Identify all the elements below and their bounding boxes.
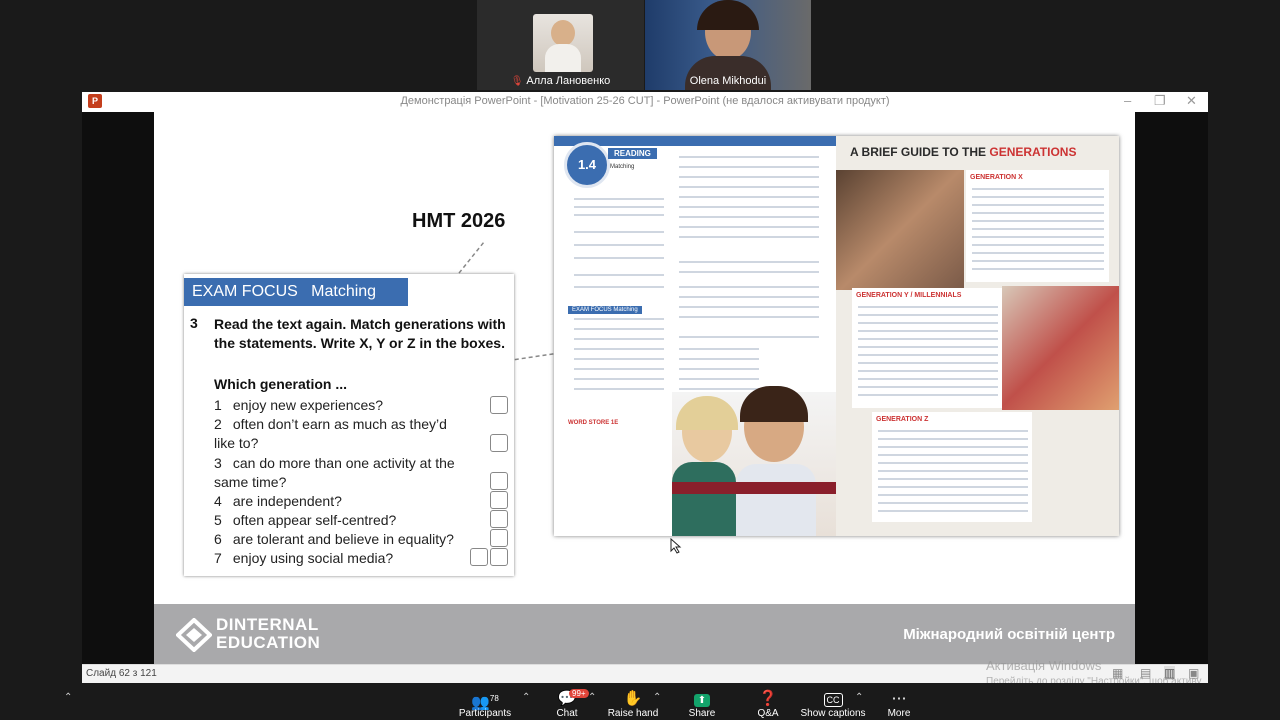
list-item: 2 often don’t earn as much as they’d lik… xyxy=(214,416,447,451)
answer-box[interactable] xyxy=(490,491,508,509)
ppt-titlebar: P Демонстрація PowerPoint - [Motivation … xyxy=(82,92,1208,113)
exam-focus-mini: EXAM FOCUS Matching xyxy=(568,306,642,314)
answer-box[interactable] xyxy=(490,472,508,490)
list-item: 4 are independent? xyxy=(214,493,342,509)
mouse-cursor-icon xyxy=(670,538,682,554)
window-title: Демонстрація PowerPoint - [Motivation 25… xyxy=(400,95,890,107)
chat-menu-chevron[interactable]: ⌃ xyxy=(588,692,596,703)
share-button[interactable]: ⬆ Share xyxy=(667,690,737,719)
raise-hand-chevron[interactable]: ⌃ xyxy=(653,692,661,703)
participant-tile-2[interactable]: Olena Mikhodui xyxy=(645,0,811,90)
word-store-label: WORD STORE 1E xyxy=(568,420,619,426)
answer-box[interactable] xyxy=(490,510,508,528)
captions-chevron[interactable]: ⌃ xyxy=(855,692,863,703)
participants-button[interactable]: 👥78 Participants xyxy=(450,690,520,719)
guide-title: A BRIEF GUIDE TO THE GENERATIONS xyxy=(850,145,1077,159)
close-icon[interactable]: ✕ xyxy=(1186,93,1197,109)
chat-badge: 99+ xyxy=(569,689,589,698)
exam-focus-card: EXAM FOCUS Matching 3 Read the text agai… xyxy=(184,274,514,576)
share-icon: ⬆ xyxy=(667,690,737,708)
list-item: 5 often appear self-centred? xyxy=(214,512,397,528)
answer-box[interactable] xyxy=(490,434,508,452)
slide-footer: DINTERNAL EDUCATION Міжнародний освітній… xyxy=(154,604,1135,664)
gen-y-photo xyxy=(1002,286,1119,410)
section-label: READING xyxy=(608,148,657,159)
avatar xyxy=(533,14,593,72)
gen-z-heading: GENERATION Z xyxy=(876,416,929,423)
exam-focus-header: EXAM FOCUS Matching xyxy=(184,278,408,306)
subheading: Which generation ... xyxy=(214,376,348,392)
more-icon: ⋯ xyxy=(891,690,907,707)
list-item: 1 enjoy new experiences? xyxy=(214,397,384,413)
participants-menu-chevron[interactable]: ⌃ xyxy=(522,692,530,703)
dinternal-logo-icon xyxy=(176,618,212,652)
maximize-icon[interactable]: ❐ xyxy=(1154,93,1166,109)
participant-name: Алла Лановенко xyxy=(526,75,611,87)
lesson-badge: 1.4 xyxy=(564,142,610,188)
qa-button[interactable]: ❓ Q&A xyxy=(733,690,803,719)
footer-tagline: Міжнародний освітній центр xyxy=(903,626,1115,643)
answer-box[interactable] xyxy=(490,548,508,566)
gen-y-heading: GENERATION Y / MILLENNIALS xyxy=(856,292,962,299)
answer-box[interactable] xyxy=(490,396,508,414)
subsection-label: Matching xyxy=(610,164,635,170)
minimize-icon[interactable]: – xyxy=(1124,93,1131,108)
participant-tile-1[interactable]: 🎙 Алла Лановенко xyxy=(477,0,644,90)
answer-box[interactable] xyxy=(490,529,508,547)
more-button[interactable]: ⋯ More xyxy=(864,690,934,719)
list-item: 7 enjoy using social media? xyxy=(214,550,394,566)
logo-text-line1: DINTERNAL xyxy=(216,615,319,634)
list-item: 3 can do more than one activity at the s… xyxy=(214,455,455,490)
gen-x-heading: GENERATION X xyxy=(970,174,1023,181)
question-number: 3 xyxy=(190,315,198,331)
rollercoaster-photo xyxy=(672,386,842,536)
list-item: 6 are tolerant and believe in equality? xyxy=(214,531,454,547)
mic-off-icon: 🎙 xyxy=(510,76,524,87)
people-icon: 👥78 xyxy=(471,694,499,711)
logo-text-line2: EDUCATION xyxy=(216,633,321,652)
gen-x-photo xyxy=(836,170,964,290)
chevron-up-icon[interactable]: ⌃ xyxy=(64,692,72,703)
question-instruction: Read the text again. Match generations w… xyxy=(214,316,506,351)
participant-name: Olena Mikhodui xyxy=(689,75,767,87)
windows-activation-title: Активація Windows xyxy=(986,658,1102,673)
qa-icon: ❓ xyxy=(758,690,778,707)
answer-box[interactable] xyxy=(470,548,488,566)
slide: НМТ 2026 EXAM FOCUS Matching 3 Read the … xyxy=(154,112,1135,664)
slide-counter: Слайд 62 з 121 xyxy=(86,668,157,679)
textbook-spread: 1.4 READING Matching EXAM FOCUS Matching… xyxy=(554,136,1119,536)
